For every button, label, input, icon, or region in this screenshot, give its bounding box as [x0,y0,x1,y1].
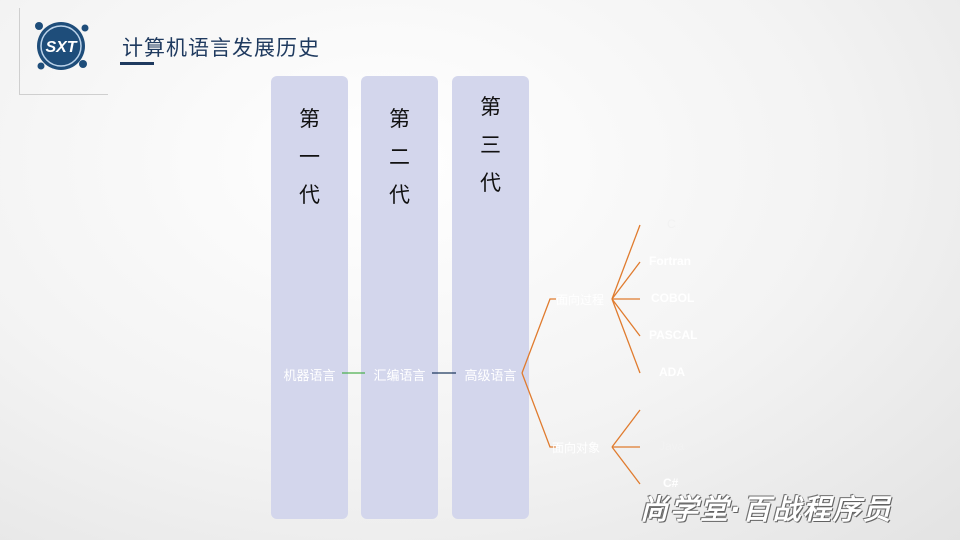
branch-csharp [611,446,641,485]
node-lang-ada: ADA [659,365,685,379]
node-procedural: 面向过程 [556,293,605,307]
branch-fortran [611,261,641,300]
node-lang-cpp: C++ [662,402,685,416]
branch-ada [611,298,641,374]
branch-pascal [611,298,641,337]
branch-procedural [521,298,556,374]
node-lang-pascal: PASCAL [649,328,698,342]
node-lang-c: C [667,217,676,231]
branch-c [611,224,641,300]
node-object-oriented: 面向对象 [552,441,601,455]
branch-object-oriented [521,372,556,448]
tree-diagram [342,224,641,485]
watermark: 尚学堂·百战程序员 [640,493,893,526]
branch-cpp [611,409,641,448]
node-lang-java: Java [659,439,685,453]
node-lang-cobol: COBOL [651,291,695,305]
node-lang-fortran: Fortran [649,254,691,268]
